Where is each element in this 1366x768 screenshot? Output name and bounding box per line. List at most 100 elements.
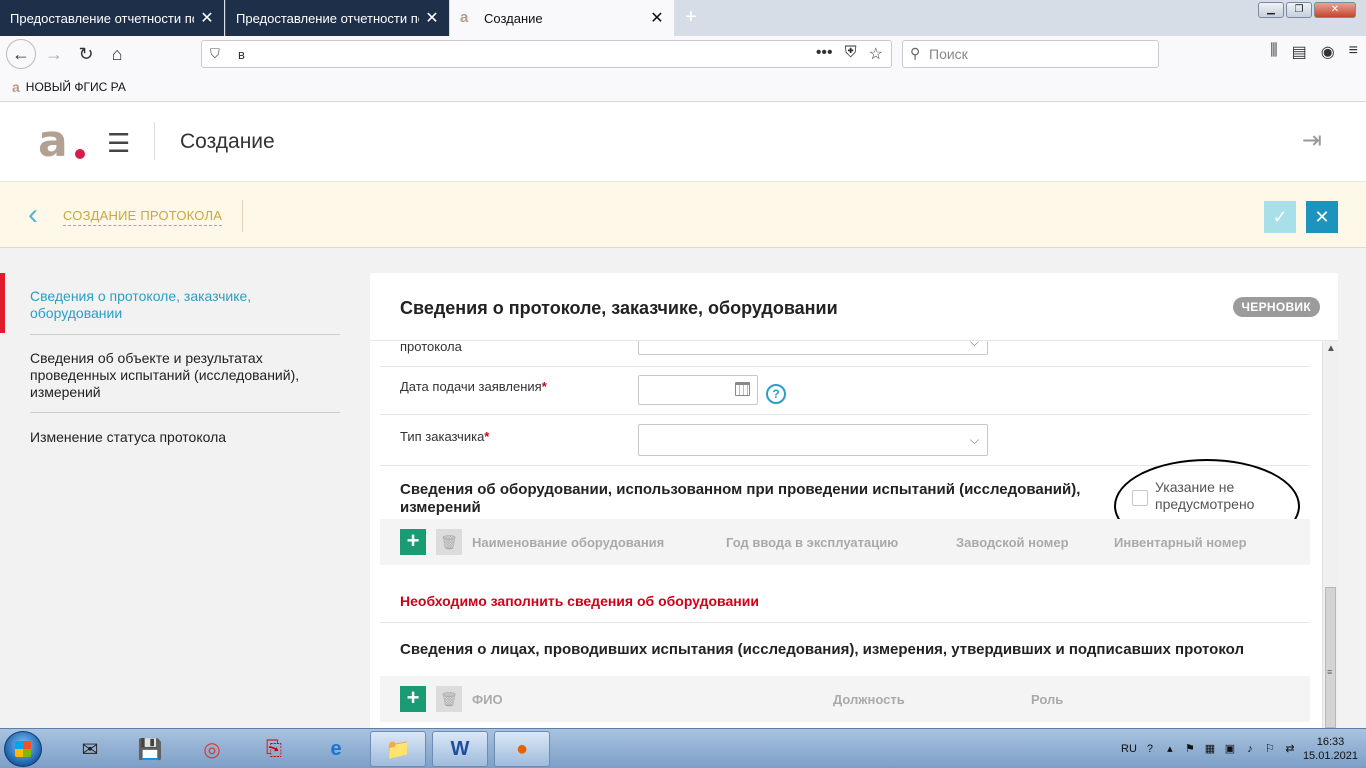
system-tray: RU ? ▴ ⚑ ▦ ▣ ♪ ⚐ ⇄ 16:33 15.01.2021 bbox=[1121, 735, 1358, 763]
device-icon[interactable]: ▣ bbox=[1223, 742, 1237, 756]
sidebar-item-protocol-info[interactable]: Сведения о протоколе, заказчике, оборудо… bbox=[30, 288, 340, 322]
customer-type-select[interactable]: ⌵ bbox=[638, 424, 988, 456]
app-header: a ☰ Создание ⇥ bbox=[0, 102, 1366, 182]
add-person-button[interactable]: + bbox=[400, 686, 426, 712]
maximize-button[interactable]: ❐ bbox=[1286, 2, 1312, 18]
close-icon[interactable]: ✕ bbox=[650, 8, 664, 28]
protocol-select[interactable]: ⌵ bbox=[638, 341, 988, 355]
address-bar[interactable]: ⛉ в ••• ⛨ ☆ bbox=[201, 40, 892, 68]
bookmark-item[interactable]: a НОВЫЙ ФГИС РА bbox=[12, 79, 126, 95]
divider bbox=[30, 334, 340, 335]
folder-icon: 📁 bbox=[385, 738, 411, 761]
close-icon[interactable]: ✕ bbox=[425, 8, 439, 28]
equipment-section-title: Сведения об оборудовании, использованном… bbox=[400, 481, 1081, 516]
library-icon[interactable]: ⫼ bbox=[1270, 42, 1277, 62]
network-icon[interactable]: ⚑ bbox=[1183, 742, 1197, 756]
more-actions-icon[interactable]: ••• bbox=[816, 44, 833, 64]
close-icon[interactable]: ✕ bbox=[200, 8, 214, 28]
bookmark-star-icon[interactable]: ☆ bbox=[869, 44, 883, 64]
taskbar-app-pdf[interactable]: ⎘ bbox=[246, 731, 302, 767]
clock[interactable]: 16:33 15.01.2021 bbox=[1303, 735, 1358, 763]
logout-icon[interactable]: ⇥ bbox=[1302, 126, 1322, 155]
delete-person-button[interactable]: 🗑 bbox=[436, 686, 462, 712]
browser-tab-2[interactable]: Предоставление отчетности по те ✕ bbox=[225, 0, 449, 36]
divider bbox=[380, 414, 1310, 415]
column-header: Инвентарный номер bbox=[1114, 535, 1247, 550]
not-required-checkbox[interactable] bbox=[1132, 490, 1148, 506]
keyboard-icon[interactable]: ▦ bbox=[1203, 742, 1217, 756]
clock-date: 15.01.2021 bbox=[1302, 750, 1358, 762]
protocol-breadcrumb-link[interactable]: СОЗДАНИЕ ПРОТОКОЛА bbox=[63, 208, 223, 226]
active-marker bbox=[0, 273, 5, 333]
form-scroll-area[interactable]: протокола ⌵ Дата подачи заявления* ? Тип… bbox=[370, 341, 1338, 728]
application-date-input[interactable] bbox=[638, 375, 758, 405]
taskbar-app-firefox[interactable]: ● bbox=[494, 731, 550, 767]
internet-explorer-icon: e bbox=[330, 737, 342, 760]
calendar-icon[interactable] bbox=[735, 382, 750, 396]
expand-tray-icon[interactable]: ▴ bbox=[1163, 742, 1177, 756]
language-indicator[interactable]: RU bbox=[1121, 743, 1137, 755]
divider bbox=[380, 465, 1310, 466]
back-arrow-icon[interactable]: ← bbox=[6, 39, 36, 69]
help-icon[interactable]: ? bbox=[766, 384, 786, 404]
equipment-error-message: Необходимо заполнить сведения об оборудо… bbox=[400, 593, 759, 609]
home-icon[interactable]: ⌂ bbox=[103, 41, 131, 67]
delete-equipment-button[interactable]: 🗑 bbox=[436, 529, 462, 555]
window-close-button[interactable]: ✕ bbox=[1314, 2, 1356, 18]
column-header: Должность bbox=[833, 692, 905, 707]
chrome-icon: ◎ bbox=[203, 738, 221, 761]
new-tab-plus-icon[interactable]: + bbox=[680, 6, 702, 29]
divider bbox=[30, 412, 340, 413]
teamviewer-icon[interactable]: ⇄ bbox=[1283, 742, 1297, 756]
scroll-up-icon[interactable]: ▲ bbox=[1326, 343, 1336, 354]
window-controls: ▁ ❐ ✕ bbox=[1258, 2, 1356, 18]
site-favicon-icon: a bbox=[12, 79, 20, 95]
browser-tab-strip: Предоставление отчетности по те ✕ Предос… bbox=[0, 0, 1366, 36]
column-header: Заводской номер bbox=[956, 535, 1069, 550]
pdf-reader-icon: ⎘ bbox=[266, 737, 282, 760]
taskbar-app-chrome[interactable]: ◎ bbox=[184, 731, 240, 767]
chevron-down-icon: ⌵ bbox=[969, 341, 979, 349]
firefox-icon: ● bbox=[515, 737, 529, 760]
hamburger-menu-icon[interactable]: ☰ bbox=[107, 128, 130, 159]
save-check-button[interactable]: ✓ bbox=[1264, 201, 1296, 233]
forward-arrow-icon[interactable]: → bbox=[40, 41, 68, 67]
sidebar-item-object-results[interactable]: Сведения об объекте и результатах провед… bbox=[30, 350, 340, 401]
start-button[interactable] bbox=[4, 731, 42, 767]
not-required-option[interactable]: Указание не предусмотрено bbox=[1132, 479, 1275, 513]
page-title: Создание bbox=[180, 130, 275, 153]
taskbar-app-save[interactable]: 💾 bbox=[122, 731, 178, 767]
search-bar[interactable]: ⚲ bbox=[902, 40, 1159, 68]
taskbar-app-mail[interactable]: ✉ bbox=[62, 731, 118, 767]
taskbar-app-explorer[interactable]: 📁 bbox=[370, 731, 426, 767]
scrollbar-thumb[interactable] bbox=[1325, 587, 1336, 728]
add-equipment-button[interactable]: + bbox=[400, 529, 426, 555]
pocket-icon[interactable]: ⛨ bbox=[845, 44, 857, 64]
search-input[interactable] bbox=[929, 45, 1149, 63]
required-mark: * bbox=[541, 379, 547, 394]
cancel-close-button[interactable]: ✕ bbox=[1306, 201, 1338, 233]
help-icon[interactable]: ? bbox=[1143, 742, 1157, 756]
protocol-bar: ‹ СОЗДАНИЕ ПРОТОКОЛА ✓ ✕ bbox=[0, 182, 1366, 248]
sidebar-toggle-icon[interactable]: ▤ bbox=[1292, 42, 1307, 62]
browser-tab-1[interactable]: Предоставление отчетности по те ✕ bbox=[0, 0, 224, 36]
browser-tab-3[interactable]: a Создание ✕ bbox=[450, 0, 674, 36]
app-logo[interactable]: a bbox=[38, 116, 88, 167]
floppy-disk-icon: 💾 bbox=[137, 738, 163, 761]
hamburger-menu-icon[interactable]: ≡ bbox=[1349, 42, 1358, 62]
taskbar-app-ie[interactable]: e bbox=[308, 731, 364, 767]
bookmarks-bar: a НОВЫЙ ФГИС РА bbox=[0, 72, 1366, 102]
column-header: Роль bbox=[1031, 692, 1064, 707]
account-icon[interactable]: ◉ bbox=[1321, 42, 1335, 62]
sidebar-item-status-change[interactable]: Изменение статуса протокола bbox=[30, 429, 340, 446]
tab-title: Предоставление отчетности по те bbox=[10, 10, 194, 26]
chevron-left-icon[interactable]: ‹ bbox=[28, 198, 38, 232]
taskbar-app-word[interactable]: W bbox=[432, 731, 488, 767]
column-header: Наименование оборудования bbox=[472, 535, 665, 550]
vertical-scrollbar[interactable]: ▲ ≡ bbox=[1322, 341, 1338, 728]
minimize-button[interactable]: ▁ bbox=[1258, 2, 1284, 18]
reload-icon[interactable]: ↻ bbox=[72, 41, 100, 67]
url-text[interactable]: в bbox=[238, 47, 245, 62]
flag-icon[interactable]: ⚐ bbox=[1263, 742, 1277, 756]
volume-icon[interactable]: ♪ bbox=[1243, 742, 1257, 756]
